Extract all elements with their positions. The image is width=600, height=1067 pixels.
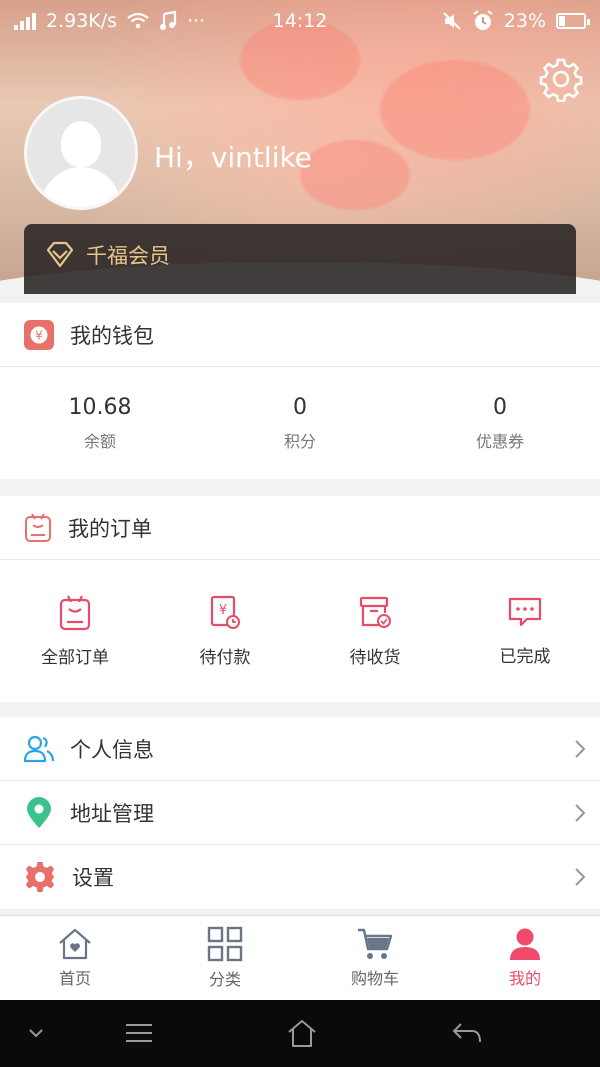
order-list-icon: [25, 512, 51, 542]
avatar[interactable]: [24, 96, 138, 210]
menu-settings[interactable]: 设置: [0, 845, 600, 909]
coupons-label: 优惠券: [475, 431, 524, 451]
home-icon: [59, 928, 91, 960]
all-orders-icon: [59, 595, 91, 630]
order-pending-receipt[interactable]: 待收货: [300, 560, 450, 702]
order-completed[interactable]: 已完成: [450, 560, 600, 702]
tab-home-label: 首页: [58, 969, 91, 988]
status-bar: 2.93K/s ··· 14:12 23%: [0, 0, 600, 42]
points-value: 0: [293, 394, 307, 420]
chevron-right-icon: [560, 739, 600, 759]
order-completed-label: 已完成: [499, 646, 551, 667]
pending-payment-icon: ¥: [210, 595, 240, 629]
wallet-icon: ¥: [24, 319, 54, 350]
grid-icon: [207, 926, 243, 962]
bottom-tab-bar: 首页 分类 购物车 我的: [0, 915, 600, 1000]
chevron-right-icon: [560, 803, 600, 823]
background-blossom: [300, 140, 410, 210]
menu-settings-label: 设置: [72, 866, 114, 890]
tab-home[interactable]: 首页: [0, 916, 150, 1000]
wallet-balance[interactable]: 10.68 余额: [0, 367, 200, 479]
back-icon[interactable]: [452, 1022, 482, 1044]
home-nav-icon[interactable]: [286, 1018, 318, 1048]
tab-mine-label: 我的: [508, 969, 541, 988]
wallet-points[interactable]: 0 积分: [200, 367, 400, 479]
member-label: 千福会员: [86, 244, 170, 268]
order-pending-receipt-label: 待收货: [349, 647, 401, 668]
menu-icon[interactable]: [124, 1022, 154, 1044]
wallet-card: ¥ 我的钱包 10.68 余额 0 积分 0 优惠券: [0, 303, 600, 479]
order-all-label: 全部订单: [41, 647, 109, 668]
orders-title: 我的订单: [68, 516, 152, 541]
battery-icon: [556, 13, 590, 29]
wallet-title: 我的钱包: [70, 323, 154, 348]
menu-address[interactable]: 地址管理: [0, 781, 600, 845]
svg-text:¥: ¥: [35, 328, 43, 342]
order-pending-payment[interactable]: ¥ 待付款: [150, 560, 300, 702]
tab-category-label: 分类: [208, 970, 241, 989]
orders-header[interactable]: 我的订单: [0, 496, 600, 560]
menu-personal-info[interactable]: 个人信息: [0, 717, 600, 781]
orders-card: 我的订单 全部订单 ¥ 待付款 待收货 已完成: [0, 496, 600, 702]
menu-card: 个人信息 地址管理 设置: [0, 717, 600, 909]
diamond-icon: [46, 241, 74, 268]
tab-category[interactable]: 分类: [150, 916, 300, 1000]
status-time: 14:12: [272, 10, 328, 32]
chevron-down-icon[interactable]: [28, 1028, 44, 1038]
cart-icon: [358, 928, 393, 959]
gear-icon: [25, 862, 55, 892]
user-icon: [510, 928, 540, 960]
chevron-right-icon: [560, 867, 600, 887]
tab-cart[interactable]: 购物车: [300, 916, 450, 1000]
balance-label: 余额: [83, 431, 116, 451]
tab-mine[interactable]: 我的: [450, 916, 600, 1000]
points-label: 积分: [283, 431, 316, 451]
tab-cart-label: 购物车: [350, 969, 399, 988]
svg-text:¥: ¥: [219, 603, 227, 618]
member-bar[interactable]: 千福会员: [24, 224, 576, 294]
wallet-coupons[interactable]: 0 优惠券: [400, 367, 600, 479]
greeting-text: Hi，vintlike: [154, 141, 312, 174]
order-all[interactable]: 全部订单: [0, 560, 150, 702]
completed-icon: [508, 597, 542, 626]
order-pending-payment-label: 待付款: [199, 647, 251, 668]
location-pin-icon: [27, 796, 51, 828]
balance-value: 10.68: [68, 394, 132, 420]
settings-gear-button[interactable]: [538, 56, 584, 102]
people-icon: [24, 735, 54, 762]
background-blossom: [380, 60, 530, 160]
coupons-value: 0: [493, 394, 507, 420]
menu-address-label: 地址管理: [70, 801, 154, 826]
menu-personal-info-label: 个人信息: [70, 737, 154, 762]
wallet-header[interactable]: ¥ 我的钱包: [0, 303, 600, 367]
system-nav-bar: [0, 1000, 600, 1067]
pending-receipt-icon: [359, 596, 391, 628]
